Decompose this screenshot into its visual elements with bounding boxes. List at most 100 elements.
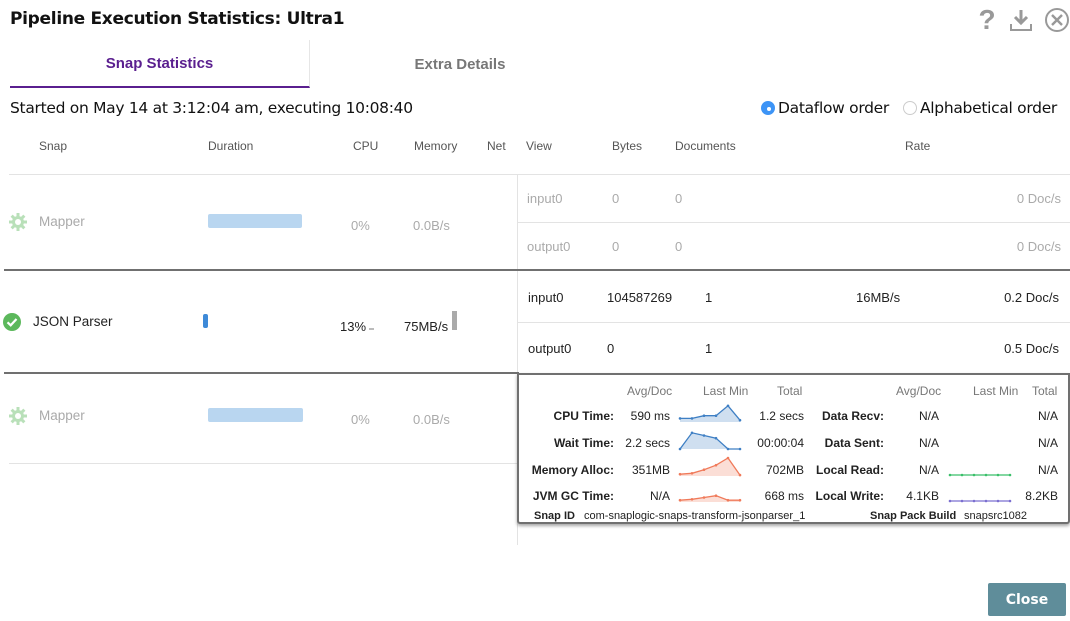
radio-label: Alphabetical order <box>919 99 1057 117</box>
documents-value: 1 <box>705 341 713 356</box>
gear-icon <box>9 407 27 425</box>
sparkline-point <box>984 499 988 503</box>
cpu-value: 13% <box>340 319 367 334</box>
sparkline-point <box>690 498 694 501</box>
sparkline-point <box>714 414 718 417</box>
sparkline-point <box>726 447 730 451</box>
rate-value: 0.2 Doc/s <box>1004 290 1059 305</box>
memory-mini-bar <box>452 311 457 330</box>
execution-status: Started on May 14 at 3:12:04 am, executi… <box>10 99 413 117</box>
sparkline-point <box>972 473 976 477</box>
snap-pack-label: Snap Pack Build <box>870 510 957 522</box>
snap-id-value: com-snaplogic-snaps-transform-jsonparser… <box>584 510 806 522</box>
duration-bar <box>208 408 303 422</box>
sparkline-point <box>690 417 694 420</box>
sparkline-point <box>984 473 988 477</box>
gear-icon <box>9 213 27 231</box>
col-header-cpu: CPU <box>353 139 379 153</box>
sparkline-point <box>690 472 694 475</box>
radio-alphabetical-order[interactable]: Alphabetical order <box>902 99 1057 117</box>
sparkline-point <box>702 434 706 437</box>
cpu-mini-bar <box>369 328 374 330</box>
documents-value: 0 <box>675 239 683 254</box>
memory-value: 0.0B/s <box>413 412 450 427</box>
snap-name: Mapper <box>39 214 85 229</box>
sparkline-point <box>690 431 694 435</box>
col-header-bytes: Bytes <box>612 139 643 153</box>
sparkline-point <box>738 418 742 422</box>
radio-indicator-unchecked[interactable] <box>902 101 917 115</box>
divider <box>9 463 517 464</box>
memory-value: 0.0B/s <box>413 218 450 233</box>
dialog-title: Pipeline Execution Statistics: Ultra1 <box>10 9 345 29</box>
sparkline-wait-time <box>678 431 742 451</box>
tab-snap-statistics[interactable]: Snap Statistics <box>10 40 310 88</box>
bytes-value: 0 <box>607 341 615 356</box>
col-header-rate: Rate <box>905 139 931 153</box>
sparkline-point <box>702 496 706 499</box>
bytes-value: 0 <box>612 191 620 206</box>
sparkline-point <box>726 498 730 502</box>
sparkline-point <box>738 473 742 477</box>
close-button[interactable]: Close <box>988 583 1066 616</box>
view-name: output0 <box>528 341 572 356</box>
sparkline-point <box>960 499 964 503</box>
cpu-value: 0% <box>351 412 370 427</box>
snap-pack-value: snapsrc1082 <box>964 510 1027 522</box>
sparkline-point <box>948 499 952 503</box>
sparkline-point <box>714 494 718 497</box>
sparkline-point <box>996 473 1000 477</box>
sparkline-point <box>738 447 742 451</box>
snap-name: Mapper <box>39 408 85 423</box>
rate-value: 0 Doc/s <box>1016 239 1061 254</box>
col-header-duration: Duration <box>208 139 254 153</box>
snap-name: JSON Parser <box>33 314 113 329</box>
sparkline-point <box>678 498 682 502</box>
col-header-documents: Documents <box>675 139 736 153</box>
download-icon[interactable] <box>1008 7 1034 33</box>
sparkline-point <box>738 498 742 502</box>
sparkline-point <box>702 468 706 471</box>
sparkline-point <box>996 499 1000 503</box>
sparkline-local-write <box>948 499 1012 503</box>
throughput-value: 16MB/s <box>856 290 901 305</box>
header-actions: ? <box>976 4 1070 36</box>
order-selector: Dataflow order Alphabetical order <box>760 99 1057 117</box>
radio-dataflow-order[interactable]: Dataflow order <box>760 99 889 117</box>
close-circle-icon[interactable] <box>1044 7 1070 33</box>
snap-detail-panel: Avg/Doc Last Min Total Avg/Doc Last Min … <box>517 373 1070 524</box>
sparkline-point <box>678 472 682 476</box>
sparkline-point <box>726 456 730 460</box>
sparkline-cpu-time <box>678 404 742 422</box>
sparkline-point <box>960 473 964 477</box>
radio-indicator-checked[interactable] <box>760 101 775 115</box>
col-header-net: Net <box>487 139 506 153</box>
sparkline-point <box>726 404 730 408</box>
col-header-memory: Memory <box>414 139 458 153</box>
sparkline-point <box>714 436 718 440</box>
tab-extra-details[interactable]: Extra Details <box>310 40 610 88</box>
snap-id-label: Snap ID <box>534 510 575 522</box>
sparkline-point <box>678 447 682 451</box>
sparkline-layer <box>678 404 1012 503</box>
radio-label: Dataflow order <box>777 99 889 117</box>
view-name: input0 <box>527 191 563 206</box>
tab-bar: Snap Statistics Extra Details <box>10 40 610 88</box>
documents-value: 1 <box>705 290 713 305</box>
sparkline-point <box>678 417 682 420</box>
selected-row-top-border <box>4 269 1070 271</box>
sparkline-point <box>702 414 706 417</box>
divider <box>9 174 1070 175</box>
memory-value: 75MB/s <box>404 319 449 334</box>
view-name: output0 <box>527 239 571 254</box>
view-name: input0 <box>528 290 564 305</box>
rate-value: 0 Doc/s <box>1016 191 1061 206</box>
duration-bar <box>203 314 208 328</box>
cpu-value: 0% <box>351 218 370 233</box>
bytes-value: 0 <box>612 239 620 254</box>
divider <box>517 322 1070 323</box>
check-circle-icon <box>3 313 21 331</box>
bytes-value: 104587269 <box>607 290 673 305</box>
help-icon[interactable]: ? <box>976 4 998 36</box>
sparkline-point <box>1008 499 1012 503</box>
